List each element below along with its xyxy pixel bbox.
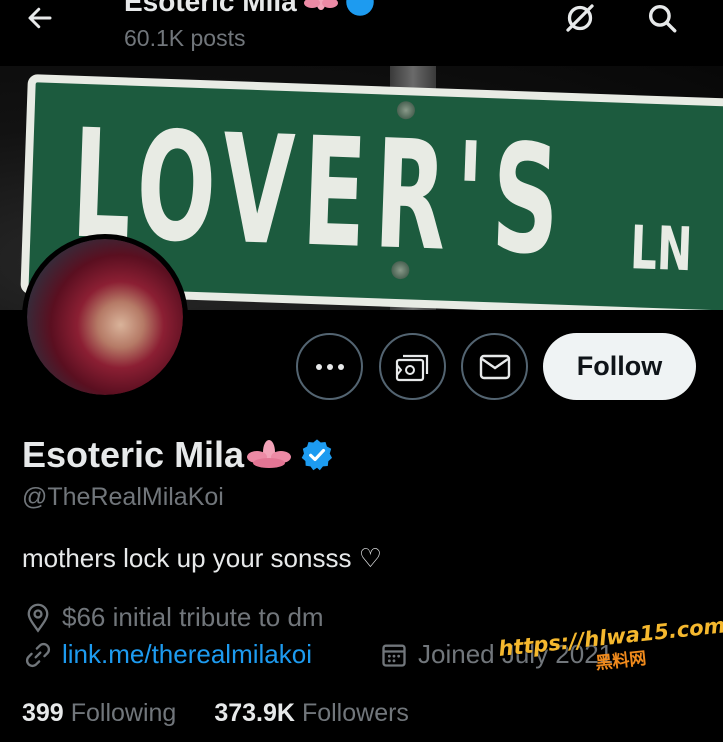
profile-website: link.me/therealmilakoi — [24, 639, 312, 670]
more-button[interactable] — [296, 333, 363, 400]
profile-bio: mothers lock up your sonsss ♡ — [22, 543, 383, 573]
location-text: $66 initial tribute to dm — [62, 602, 324, 632]
link-icon — [25, 642, 51, 667]
watermark: https://hlwa15.com 黑料网 — [497, 613, 723, 701]
tip-button[interactable] — [379, 333, 446, 400]
verified-icon — [345, 0, 374, 16]
header-posts-count: 60.1K posts — [124, 25, 246, 51]
message-button[interactable] — [461, 333, 528, 400]
profile-handle: @TheRealMilaKoi — [22, 483, 224, 511]
followers-count: 373.9K — [214, 699, 295, 727]
avatar[interactable] — [22, 234, 188, 400]
no-notify-button[interactable] — [558, 0, 602, 36]
no-notify-icon — [566, 4, 594, 32]
sign-suffix: LN — [629, 213, 694, 286]
following-count: 399 — [22, 699, 64, 727]
follow-counts: 399 Following 373.9K Followers — [22, 699, 409, 728]
header-title: Esoteric Mila — [124, 0, 375, 18]
verified-icon — [301, 439, 333, 471]
tip-icon — [395, 354, 428, 381]
followers-label: Followers — [301, 699, 409, 727]
avatar-image — [27, 239, 183, 395]
followers-link[interactable]: 373.9K Followers — [214, 699, 409, 728]
following-label: Following — [70, 699, 177, 727]
back-arrow-icon — [28, 7, 52, 29]
lotus-icon — [247, 440, 292, 468]
profile-name: Esoteric Mila — [22, 434, 334, 476]
following-link[interactable]: 399 Following — [22, 699, 176, 728]
location-icon — [27, 603, 49, 633]
follow-button[interactable]: Follow — [543, 333, 696, 400]
search-icon — [648, 4, 677, 33]
top-bar: Esoteric Mila 60.1K posts — [0, 0, 723, 66]
profile-name-text: Esoteric Mila — [22, 434, 245, 475]
header-title-text: Esoteric Mila — [124, 0, 297, 17]
message-icon — [479, 354, 510, 379]
website-link[interactable]: link.me/therealmilakoi — [62, 639, 312, 670]
more-icon — [315, 363, 344, 370]
lotus-icon — [303, 0, 338, 10]
back-button[interactable] — [18, 0, 62, 36]
calendar-icon — [382, 644, 406, 667]
profile-location: $66 initial tribute to dm — [24, 602, 324, 633]
search-button[interactable] — [640, 0, 684, 36]
